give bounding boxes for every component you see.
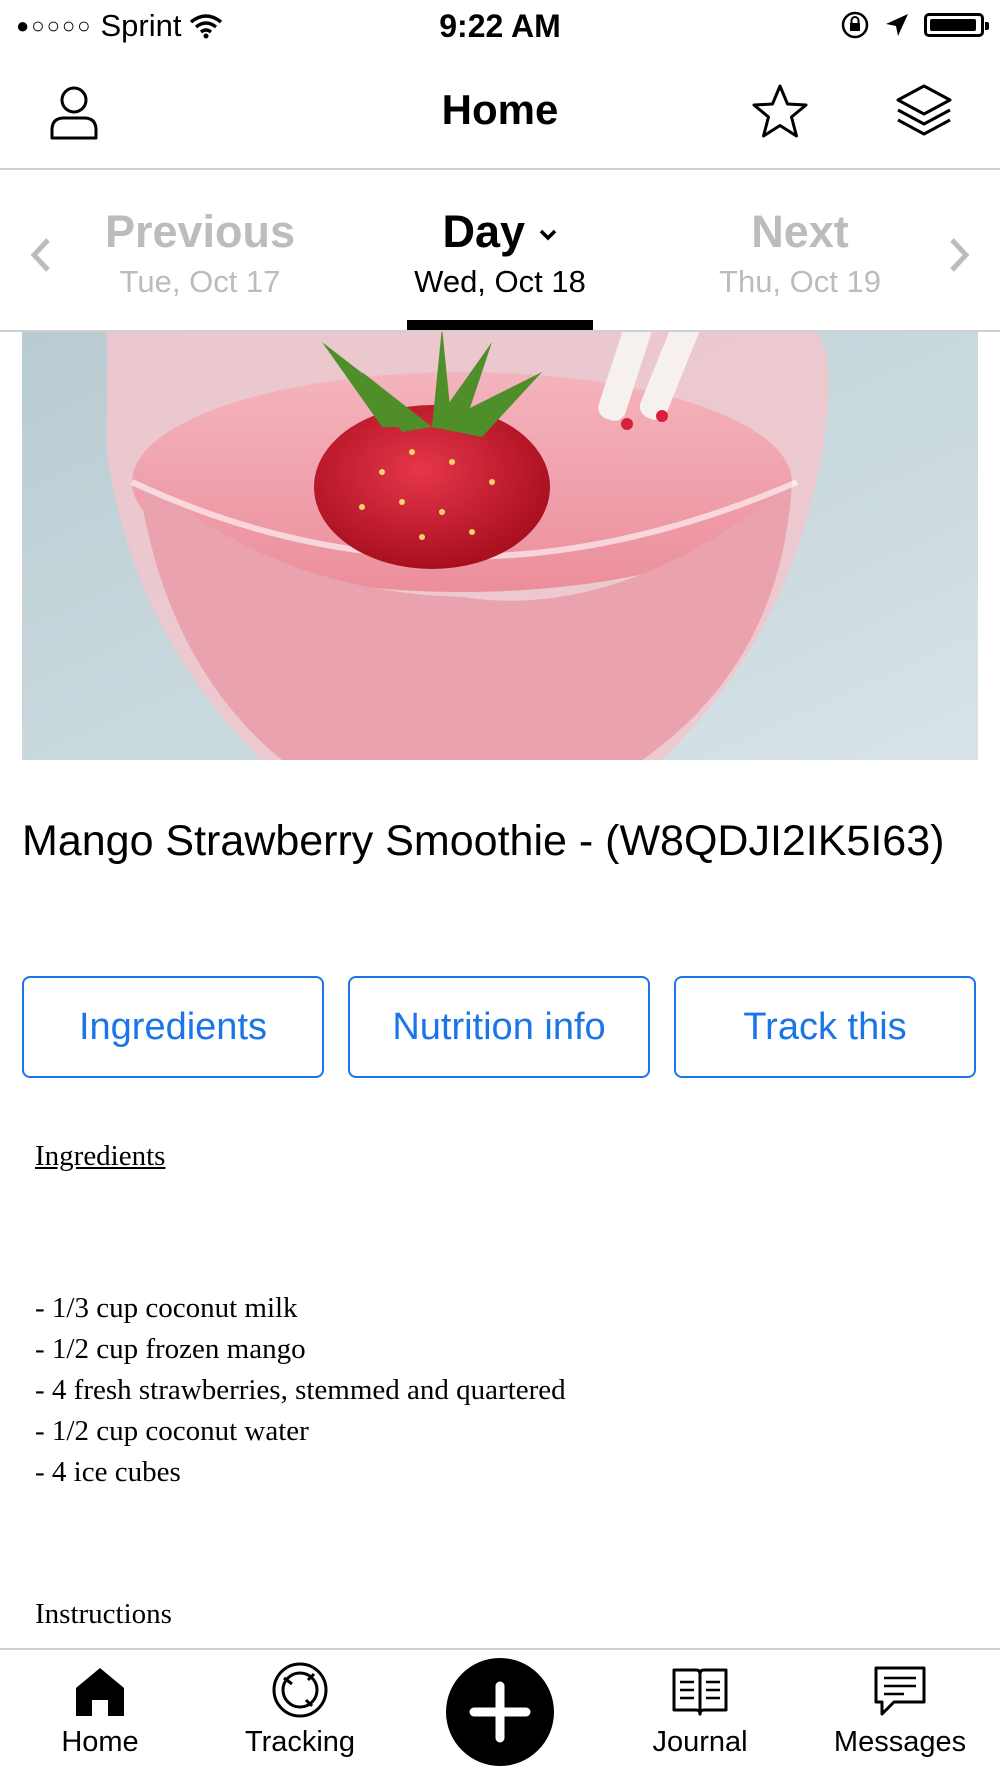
recipe-actions: Ingredients Nutrition info Track this: [22, 976, 978, 1082]
tab-label: Home: [61, 1726, 139, 1758]
list-item: - 1/3 cup coconut milk: [35, 1292, 298, 1324]
next-day-date: Thu, Oct 19: [719, 264, 881, 299]
tab-label: Tracking: [244, 1726, 356, 1758]
nutrition-info-button[interactable]: Nutrition info: [348, 976, 650, 1078]
day-dropdown-label: Day: [442, 206, 526, 257]
tab-tracking[interactable]: Tracking: [215, 1660, 385, 1759]
current-day[interactable]: Day Wed, Oct 18: [370, 206, 630, 300]
instructions-heading: Instructions: [35, 1598, 172, 1630]
chevron-right-icon[interactable]: [940, 230, 980, 280]
tab-bar: Home Tracking Journal Messages: [0, 1648, 1000, 1778]
ingredients-button[interactable]: Ingredients: [22, 976, 324, 1078]
list-item: - 4 fresh strawberries, stemmed and quar…: [35, 1374, 566, 1406]
journal-icon: [672, 1668, 728, 1716]
list-item: - 1/2 cup frozen mango: [35, 1333, 306, 1365]
previous-day[interactable]: Previous Tue, Oct 17: [70, 206, 330, 300]
next-day[interactable]: Next Thu, Oct 19: [670, 206, 930, 300]
recipe-image: [22, 332, 978, 760]
chevron-left-icon[interactable]: [20, 230, 60, 280]
plus-icon: [469, 1681, 531, 1743]
rotation-lock-icon: [841, 11, 869, 39]
home-icon: [76, 1668, 124, 1716]
status-bar: ●○○○○ Sprint 9:22 AM: [0, 0, 1000, 56]
layers-icon[interactable]: [892, 80, 956, 144]
page-title: Home: [441, 86, 559, 133]
ingredient-list: - 1/3 cup coconut milk - 1/2 cup frozen …: [35, 1288, 566, 1493]
star-icon[interactable]: [748, 80, 812, 144]
add-button[interactable]: [446, 1658, 554, 1766]
tab-label: Journal: [652, 1726, 748, 1758]
ingredients-heading: Ingredients: [35, 1140, 166, 1172]
previous-day-date: Tue, Oct 17: [119, 264, 281, 299]
list-item: - 4 ice cubes: [35, 1456, 181, 1488]
messages-icon: [874, 1666, 926, 1716]
nav-bar: Home: [0, 56, 1000, 170]
selected-day-indicator: [407, 320, 593, 330]
chevron-down-icon: [539, 229, 556, 241]
tab-journal[interactable]: Journal: [615, 1660, 785, 1759]
list-item: - 1/2 cup coconut water: [35, 1415, 309, 1447]
location-arrow-icon: [886, 14, 908, 36]
tab-label: Messages: [833, 1726, 967, 1758]
next-day-label: Next: [751, 206, 849, 257]
day-navigator: Previous Tue, Oct 17 Day Wed, Oct 18 Nex…: [0, 170, 1000, 332]
tab-home[interactable]: Home: [15, 1660, 185, 1759]
current-day-date: Wed, Oct 18: [414, 264, 586, 299]
previous-day-label: Previous: [104, 206, 296, 257]
tracking-icon: [272, 1662, 328, 1718]
battery-icon: [924, 13, 989, 37]
tab-messages[interactable]: Messages: [815, 1660, 985, 1759]
recipe-content: Ingredients - 1/3 cup coconut milk - 1/2…: [35, 1140, 965, 1630]
recipe-title: Mango Strawberry Smoothie - (W8QDJI2IK5I…: [22, 817, 945, 865]
track-this-button[interactable]: Track this: [674, 976, 976, 1078]
